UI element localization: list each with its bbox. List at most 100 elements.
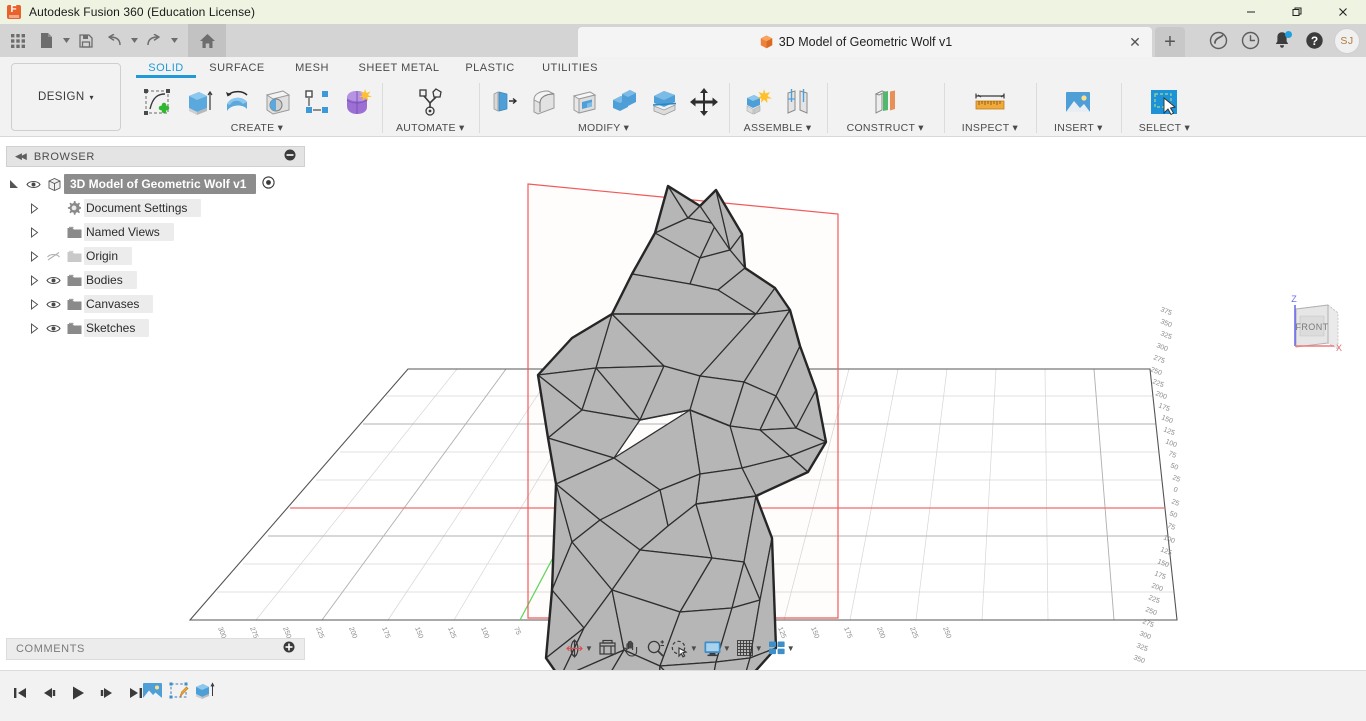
tab-surface[interactable]: SURFACE <box>196 59 278 74</box>
chevron-right-icon[interactable] <box>26 275 42 286</box>
redo-caret-icon[interactable] <box>168 27 180 54</box>
tree-root-component[interactable]: 3D Model of Geometric Wolf v1 <box>6 172 305 196</box>
undo-arrow-icon[interactable] <box>100 27 128 54</box>
panel-label-inspect: INSPECT ▾ <box>962 122 1018 134</box>
extrude-icon[interactable] <box>178 82 216 122</box>
press-pull-icon[interactable] <box>485 82 523 122</box>
undo-caret-icon[interactable] <box>128 27 140 54</box>
sketch-pencil-icon[interactable] <box>167 679 189 701</box>
revolve-icon[interactable] <box>218 82 256 122</box>
zoom-window-icon[interactable]: ▼ <box>668 636 700 660</box>
play-icon[interactable] <box>66 681 90 705</box>
chevron-right-icon[interactable] <box>26 299 42 310</box>
viewport-layout-icon[interactable]: ▼ <box>766 636 797 660</box>
extensions-icon[interactable] <box>1202 24 1234 57</box>
visibility-eye-icon[interactable] <box>42 299 64 310</box>
tree-item-document-settings[interactable]: Document Settings <box>6 196 305 220</box>
tree-item-origin[interactable]: Origin <box>6 244 305 268</box>
zoom-magnifier-icon[interactable] <box>644 636 667 660</box>
move-copy-icon[interactable] <box>685 82 723 122</box>
help-question-icon[interactable]: ? <box>1298 24 1330 57</box>
chevron-right-icon[interactable] <box>26 251 42 262</box>
tree-item-bodies[interactable]: Bodies <box>6 268 305 292</box>
look-at-icon[interactable] <box>596 636 619 660</box>
shell-icon[interactable] <box>565 82 603 122</box>
tab-utilities[interactable]: UTILITIES <box>528 59 612 74</box>
new-tab-button[interactable]: + <box>1155 27 1185 57</box>
clock-icon[interactable] <box>1234 24 1266 57</box>
step-back-icon[interactable] <box>37 681 61 705</box>
orbit-icon[interactable]: ▼ <box>563 636 595 660</box>
fillet-icon[interactable] <box>525 82 563 122</box>
svg-text:?: ? <box>1310 34 1317 48</box>
step-forward-icon[interactable] <box>95 681 119 705</box>
monitor-display-icon[interactable]: ▼ <box>701 636 733 660</box>
close-tab-icon[interactable]: ✕ <box>1126 33 1144 51</box>
workspace-label: DESIGN <box>38 91 85 103</box>
plus-circle-icon[interactable] <box>283 640 295 658</box>
notification-badge <box>1285 31 1292 38</box>
timeline-playback-controls <box>8 681 148 705</box>
skip-start-icon[interactable] <box>8 681 32 705</box>
tree-root-label: 3D Model of Geometric Wolf v1 <box>64 174 256 194</box>
hand-pan-icon[interactable] <box>620 636 643 660</box>
viewcube-z-label: Z <box>1291 294 1297 304</box>
chevron-right-icon[interactable] <box>26 227 42 238</box>
chevron-right-icon[interactable] <box>26 323 42 334</box>
tab-solid[interactable]: SOLID <box>136 59 196 74</box>
hole-icon[interactable] <box>258 82 296 122</box>
insert-image-icon[interactable] <box>1059 82 1097 122</box>
tree-item-sketches[interactable]: Sketches <box>6 316 305 340</box>
redo-arrow-icon[interactable] <box>140 27 168 54</box>
new-component-icon[interactable] <box>739 82 777 122</box>
tab-plastic[interactable]: PLASTIC <box>452 59 528 74</box>
orbit-caret-icon[interactable]: ▼ <box>585 644 593 653</box>
title-bar: Autodesk Fusion 360 (Education License) <box>0 0 1366 24</box>
double-chevron-left-icon[interactable]: ◀◀ <box>15 151 25 162</box>
expand-arrow-icon[interactable] <box>6 179 22 189</box>
joint-icon[interactable] <box>779 82 817 122</box>
maximize-button[interactable] <box>1274 0 1320 24</box>
save-disk-icon[interactable] <box>72 27 100 54</box>
tab-sheet-metal[interactable]: SHEET METAL <box>346 59 452 74</box>
display-caret-icon[interactable]: ▼ <box>723 644 731 653</box>
avatar[interactable]: SJ <box>1334 28 1360 54</box>
rectangular-pattern-icon[interactable] <box>298 82 336 122</box>
visibility-eye-icon[interactable] <box>42 323 64 334</box>
visibility-hidden-eye-icon[interactable] <box>42 250 64 262</box>
visibility-eye-icon[interactable] <box>42 275 64 286</box>
image-canvas-icon[interactable] <box>141 679 163 701</box>
combine-icon[interactable] <box>605 82 643 122</box>
tree-item-named-views[interactable]: Named Views <box>6 220 305 244</box>
minus-circle-icon[interactable] <box>284 148 296 166</box>
offset-plane-icon[interactable] <box>866 82 904 122</box>
panel-create: CREATE ▾ <box>132 81 382 135</box>
file-icon[interactable] <box>32 27 60 54</box>
minimize-button[interactable] <box>1228 0 1274 24</box>
fit-caret-icon[interactable]: ▼ <box>690 644 698 653</box>
automated-modeling-icon[interactable] <box>411 82 449 122</box>
split-face-icon[interactable] <box>645 82 683 122</box>
workspace-selector[interactable]: DESIGN ▾ <box>11 63 121 131</box>
comments-bar[interactable]: COMMENTS <box>6 638 305 660</box>
app-grid-icon[interactable] <box>4 27 32 54</box>
chevron-right-icon[interactable] <box>26 203 42 214</box>
file-caret-icon[interactable] <box>60 27 72 54</box>
folder-icon <box>64 274 84 287</box>
close-button[interactable] <box>1320 0 1366 24</box>
select-cursor-icon[interactable] <box>1145 82 1183 122</box>
home-icon[interactable] <box>188 24 226 57</box>
document-tab[interactable]: 3D Model of Geometric Wolf v1 ✕ <box>578 27 1152 57</box>
bell-icon[interactable] <box>1266 24 1298 57</box>
tree-item-canvases[interactable]: Canvases <box>6 292 305 316</box>
measure-ruler-icon[interactable] <box>971 82 1009 122</box>
tab-mesh[interactable]: MESH <box>278 59 346 74</box>
form-icon[interactable] <box>338 82 376 122</box>
visibility-eye-icon[interactable] <box>22 179 44 190</box>
extrude-body-icon[interactable] <box>193 679 215 701</box>
grid-caret-icon[interactable]: ▼ <box>755 644 763 653</box>
viewports-caret-icon[interactable]: ▼ <box>787 644 795 653</box>
grid-snap-icon[interactable]: ▼ <box>734 636 765 660</box>
activate-radio-icon[interactable] <box>262 176 275 192</box>
create-sketch-icon[interactable] <box>138 82 176 122</box>
